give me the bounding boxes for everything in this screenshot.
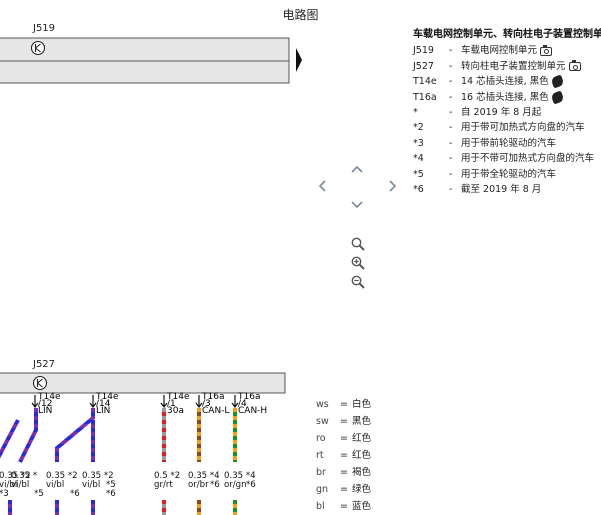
chevron-up-icon xyxy=(351,165,363,173)
wire-lin-b xyxy=(18,408,38,463)
svg-text:vi/bl: vi/bl xyxy=(82,480,100,490)
legend-row: * - 自 2019 年 8 月起 xyxy=(413,107,542,119)
legend-row: J519- 车载电网控制单元 xyxy=(413,43,601,58)
legend-row: T16a - 16 芯插头连接, 黑色 xyxy=(413,90,601,105)
legend-row: T14e - 14 芯插头连接, 黑色 xyxy=(413,74,601,89)
camera-icon[interactable] xyxy=(568,60,581,72)
zoom-in-icon xyxy=(351,256,365,270)
zoom-out-icon xyxy=(351,275,365,289)
svg-text:LIN: LIN xyxy=(96,406,110,416)
next-page-arrow-icon[interactable] xyxy=(296,48,302,72)
svg-text:*5: *5 xyxy=(34,489,44,499)
zoom-out-button[interactable] xyxy=(350,274,366,290)
wire-label-8: 0.35 *4 or/gn *6 xyxy=(224,471,256,490)
camera-icon[interactable] xyxy=(540,44,553,56)
chevron-down-icon xyxy=(351,201,363,209)
wire-color-legend: ws = 白色 sw = 黑色 ro = 红色 rt = 红色 br = 褐色 gn = 绿色 bl = 蓝… xyxy=(316,396,371,515)
svg-text:vi/bl: vi/bl xyxy=(11,480,29,490)
svg-text:*6: *6 xyxy=(246,480,256,490)
wire-label-7: 0.35 *4 or/br *6 xyxy=(188,471,220,490)
legend-row: *3- 用于带前轮驱动的汽车 xyxy=(413,137,557,149)
color-legend-row: bl = 蓝色 xyxy=(316,501,372,512)
chevron-right-icon xyxy=(389,180,397,192)
pan-right-button[interactable] xyxy=(384,177,402,195)
wire-lin-a xyxy=(0,419,20,459)
unit-j519-box-lower xyxy=(0,60,290,84)
pan-left-button[interactable] xyxy=(313,177,331,195)
legend-row: *4- 用于不带可加热式方向盘的汽车 xyxy=(413,153,595,165)
svg-text:or/br: or/br xyxy=(188,480,209,490)
pan-down-button[interactable] xyxy=(348,196,366,214)
svg-text:vi/bl: vi/bl xyxy=(46,480,64,490)
svg-text:LIN: LIN xyxy=(38,406,52,416)
svg-text:30a: 30a xyxy=(167,406,184,416)
legend-row: J527- 转向柱电子装置控制单元 xyxy=(413,59,601,74)
legend-row: *5- 用于带全轮驱动的汽车 xyxy=(413,168,557,180)
svg-text:*6: *6 xyxy=(106,489,116,499)
unit-label-j527: J527 xyxy=(32,359,55,370)
svg-text:*3: *3 xyxy=(0,489,9,499)
wire-label-6: 0.5 *2 gr/rt xyxy=(154,471,180,490)
connector-icon[interactable] xyxy=(550,74,565,89)
color-legend-row: sw = 黑色 xyxy=(316,416,372,427)
wire-label-3: 0.35 *2 vi/bl *6 xyxy=(46,471,80,499)
wire-label-5: *6 xyxy=(106,489,116,499)
color-legend-row: ws = 白色 xyxy=(316,399,372,410)
component-legend: 车载电网控制单元、转向柱电子装置控制单元 J519- 车载电网控制单元 J527… xyxy=(413,27,601,197)
color-legend-row: br = 褐色 xyxy=(316,467,372,478)
chevron-left-icon xyxy=(318,180,326,192)
control-unit-symbol-icon xyxy=(32,375,48,391)
pin-t16a-4: T16a /4 CAN-H xyxy=(231,392,267,416)
unit-label-j519: J519 xyxy=(32,23,55,34)
zoom-fit-button[interactable] xyxy=(350,236,366,252)
svg-text:CAN-H: CAN-H xyxy=(238,406,267,416)
svg-text:or/gn: or/gn xyxy=(224,480,247,490)
svg-text:*6: *6 xyxy=(70,489,80,499)
legend-row: *6- 截至 2019 年 8 月 xyxy=(413,184,542,196)
wire-lin-c xyxy=(55,408,95,462)
pan-up-button[interactable] xyxy=(348,160,366,178)
wire-labels: 0.35 *2 vi/bl *3 0.35 * vi/bl *5 0.35 *2… xyxy=(0,471,256,499)
legend-row: *2- 用于带可加热式方向盘的汽车 xyxy=(413,122,585,134)
legend-title: 车载电网控制单元、转向柱电子装置控制单元 xyxy=(413,29,601,40)
pin-t16a-3: T16a /3 CAN-L xyxy=(195,392,229,416)
color-legend-row: rt = 红色 xyxy=(316,450,372,461)
magnifier-icon xyxy=(351,237,365,251)
wire-label-2: 0.35 * vi/bl *5 xyxy=(11,471,44,499)
wire-label-4: 0.35 *2 vi/bl *5 xyxy=(82,471,116,490)
connector-icon[interactable] xyxy=(550,90,565,105)
svg-text:*6: *6 xyxy=(210,480,220,490)
color-legend-row: gn = 绿色 xyxy=(316,484,372,495)
zoom-in-button[interactable] xyxy=(350,255,366,271)
control-unit-symbol-icon xyxy=(30,40,46,56)
svg-text:CAN-L: CAN-L xyxy=(202,406,229,416)
color-legend-row: ro = 红色 xyxy=(316,433,372,444)
svg-text:gr/rt: gr/rt xyxy=(154,480,173,490)
